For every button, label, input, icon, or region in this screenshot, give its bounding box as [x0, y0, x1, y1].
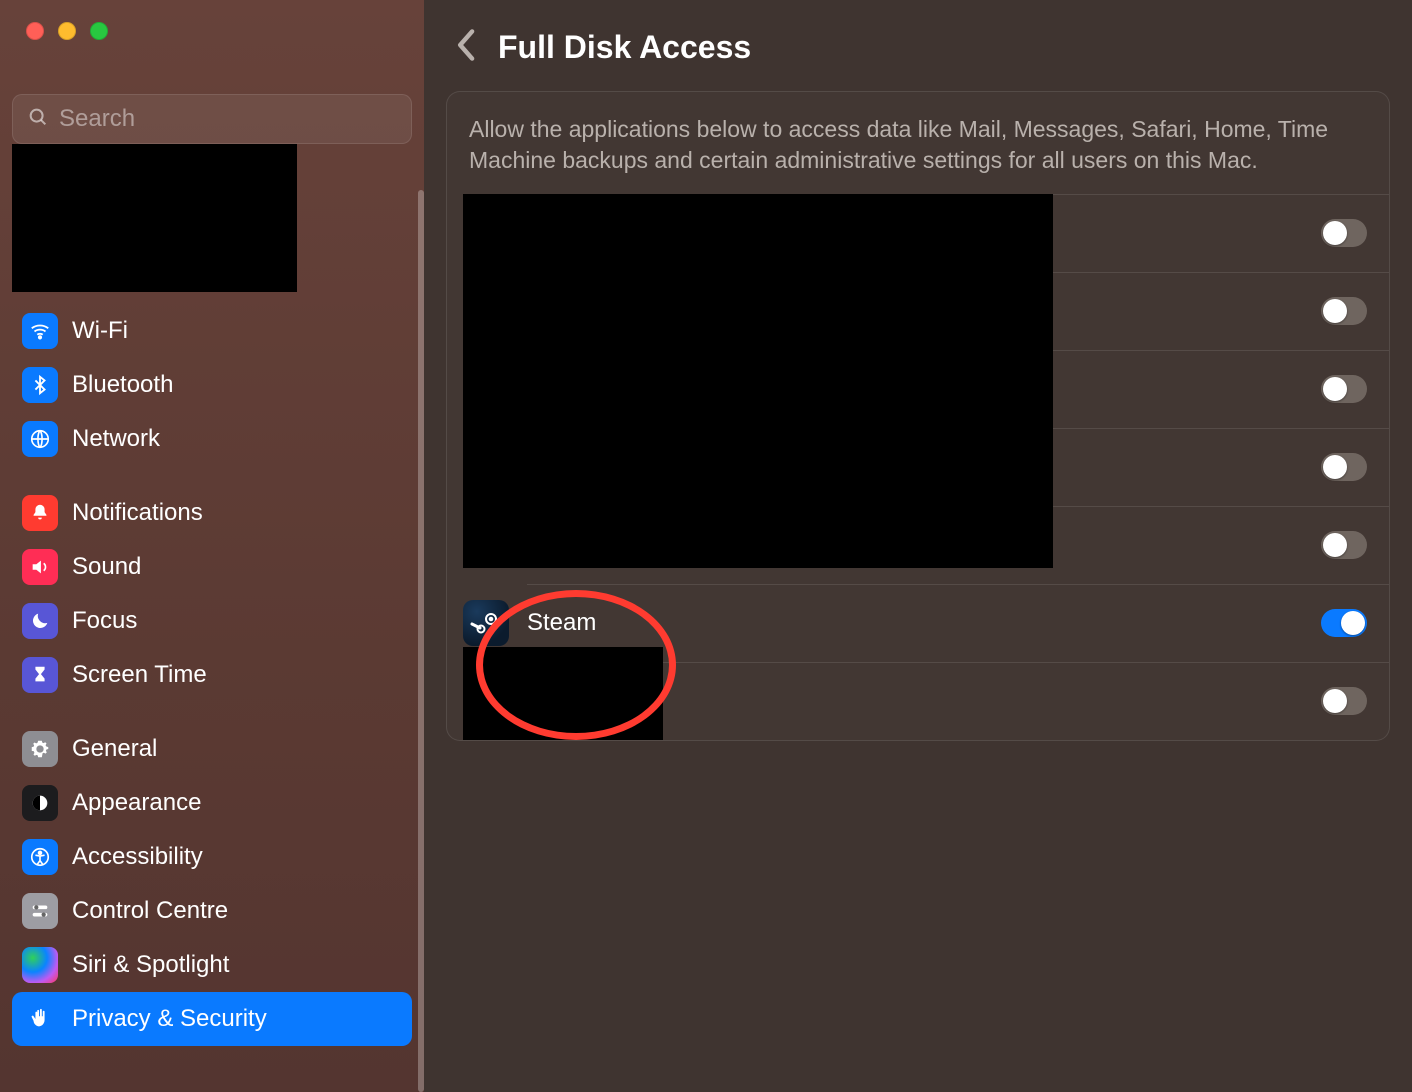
moon-icon: [22, 603, 58, 639]
apps-redacted-block-top: [463, 194, 1053, 568]
sidebar-list: Wi-Fi Bluetooth Network Notifications: [0, 304, 424, 1046]
hand-icon: [22, 1001, 58, 1037]
page-title: Full Disk Access: [498, 29, 751, 66]
apps-redacted-block-bottom: [463, 647, 663, 741]
steam-icon: [463, 600, 509, 646]
siri-icon: [22, 947, 58, 983]
search-input[interactable]: [59, 105, 397, 133]
sidebar-item-label: Siri & Spotlight: [72, 951, 229, 979]
sliders-icon: [22, 893, 58, 929]
minimize-window-button[interactable]: [58, 22, 76, 40]
sidebar-item-control-centre[interactable]: Control Centre: [12, 884, 412, 938]
bell-icon: [22, 495, 58, 531]
sidebar-item-label: Notifications: [72, 499, 203, 527]
sidebar-item-label: Bluetooth: [72, 371, 173, 399]
apps-list: Steam: [447, 194, 1389, 740]
sidebar-item-bluetooth[interactable]: Bluetooth: [12, 358, 412, 412]
sidebar-item-label: Focus: [72, 607, 137, 635]
sidebar-item-label: Network: [72, 425, 160, 453]
close-window-button[interactable]: [26, 22, 44, 40]
speaker-icon: [22, 549, 58, 585]
sidebar: Wi-Fi Bluetooth Network Notifications: [0, 0, 424, 1092]
permission-toggle[interactable]: [1321, 453, 1367, 481]
sidebar-item-screen-time[interactable]: Screen Time: [12, 648, 412, 702]
sidebar-item-notifications[interactable]: Notifications: [12, 486, 412, 540]
sidebar-item-sound[interactable]: Sound: [12, 540, 412, 594]
sidebar-item-label: Accessibility: [72, 843, 203, 871]
search-icon: [27, 106, 49, 133]
main-pane: Full Disk Access Allow the applications …: [424, 0, 1412, 1092]
sidebar-item-general[interactable]: General: [12, 722, 412, 776]
appearance-icon: [22, 785, 58, 821]
sidebar-item-accessibility[interactable]: Accessibility: [12, 830, 412, 884]
sidebar-item-label: Wi-Fi: [72, 317, 128, 345]
permission-toggle[interactable]: [1321, 219, 1367, 247]
permission-toggle[interactable]: [1321, 375, 1367, 403]
panel-description: Allow the applications below to access d…: [447, 92, 1389, 194]
permission-toggle[interactable]: [1321, 531, 1367, 559]
back-button[interactable]: [456, 28, 478, 67]
search-box[interactable]: [12, 94, 412, 144]
sidebar-item-label: General: [72, 735, 157, 763]
sidebar-item-focus[interactable]: Focus: [12, 594, 412, 648]
hourglass-icon: [22, 657, 58, 693]
permission-toggle[interactable]: [1321, 609, 1367, 637]
network-icon: [22, 421, 58, 457]
gear-icon: [22, 731, 58, 767]
bluetooth-icon: [22, 367, 58, 403]
sidebar-item-network[interactable]: Network: [12, 412, 412, 466]
app-label: Steam: [527, 609, 1321, 637]
wifi-icon: [22, 313, 58, 349]
zoom-window-button[interactable]: [90, 22, 108, 40]
permission-toggle[interactable]: [1321, 297, 1367, 325]
sidebar-item-siri-spotlight[interactable]: Siri & Spotlight: [12, 938, 412, 992]
full-disk-access-panel: Allow the applications below to access d…: [446, 91, 1390, 741]
window-traffic-lights: [0, 0, 424, 60]
sidebar-item-label: Control Centre: [72, 897, 228, 925]
permission-toggle[interactable]: [1321, 687, 1367, 715]
account-redacted-block: [12, 144, 297, 292]
accessibility-icon: [22, 839, 58, 875]
sidebar-item-appearance[interactable]: Appearance: [12, 776, 412, 830]
sidebar-item-label: Appearance: [72, 789, 201, 817]
sidebar-item-wifi[interactable]: Wi-Fi: [12, 304, 412, 358]
sidebar-item-label: Privacy & Security: [72, 1005, 267, 1033]
sidebar-item-privacy-security[interactable]: Privacy & Security: [12, 992, 412, 1046]
sidebar-item-label: Sound: [72, 553, 141, 581]
sidebar-item-label: Screen Time: [72, 661, 207, 689]
main-header: Full Disk Access: [424, 0, 1412, 91]
